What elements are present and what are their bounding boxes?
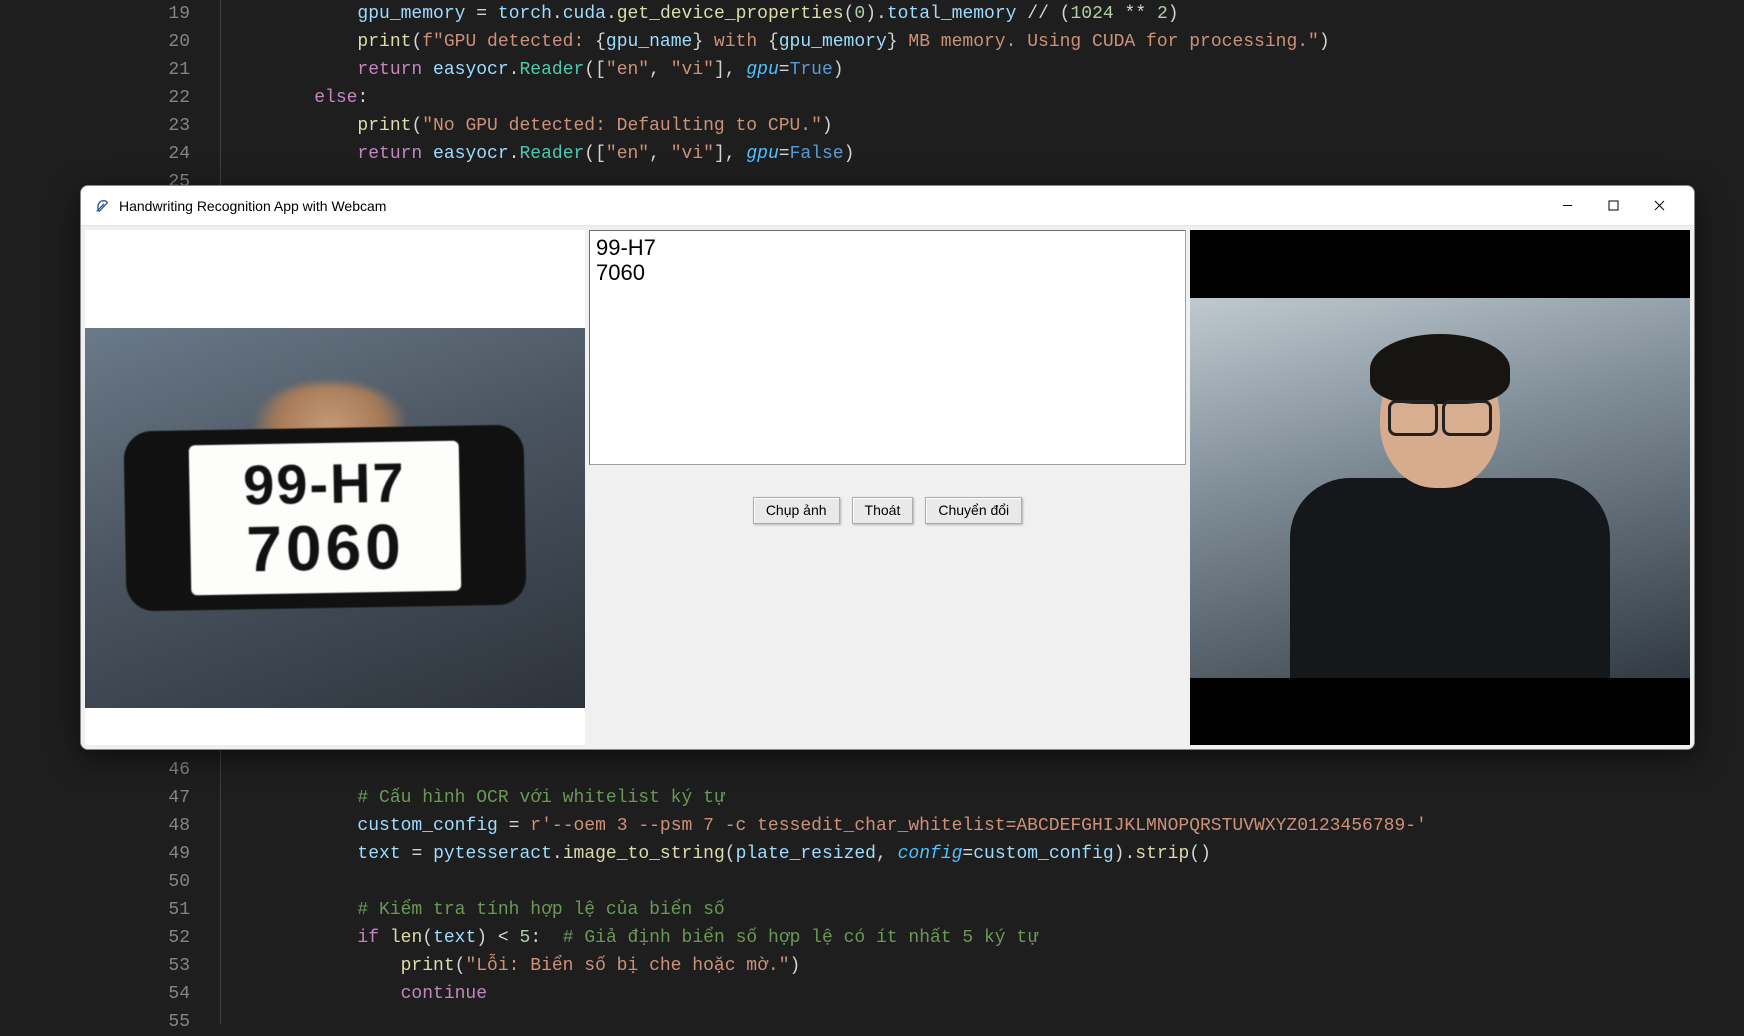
- feather-icon: [93, 197, 111, 215]
- capture-button[interactable]: Chụp ảnh: [753, 497, 840, 524]
- window-title: Handwriting Recognition App with Webcam: [119, 198, 386, 214]
- captured-image-panel: 99-H7 7060: [85, 230, 585, 745]
- code-line[interactable]: custom_config = r'--oem 3 --psm 7 -c tes…: [271, 812, 1744, 840]
- line-number: 46: [0, 756, 190, 784]
- line-number: 24: [0, 140, 190, 168]
- code-line[interactable]: print("Lỗi: Biển số bị che hoặc mờ."): [271, 952, 1744, 980]
- license-plate: 99-H7 7060: [189, 440, 462, 595]
- line-number: 48: [0, 812, 190, 840]
- code-line[interactable]: print("No GPU detected: Defaulting to CP…: [271, 112, 1744, 140]
- captured-image: 99-H7 7060: [85, 328, 585, 708]
- code-line[interactable]: gpu_memory = torch.cuda.get_device_prope…: [271, 0, 1744, 28]
- code-line[interactable]: print(f"GPU detected: {gpu_name} with {g…: [271, 28, 1744, 56]
- exit-button[interactable]: Thoát: [852, 497, 914, 524]
- code-line[interactable]: # Kiểm tra tính hợp lệ của biển số: [271, 896, 1744, 924]
- line-number: 51: [0, 896, 190, 924]
- person-graphic: [1270, 328, 1630, 678]
- webcam-panel: [1190, 230, 1690, 745]
- code-line[interactable]: # Cấu hình OCR với whitelist ký tự: [271, 784, 1744, 812]
- close-button[interactable]: [1636, 186, 1682, 226]
- code-line[interactable]: [271, 868, 1744, 896]
- app-body: 99-H7 7060 99-H7 7060 Chụp ảnh Thoát Chu…: [81, 226, 1694, 749]
- code-line[interactable]: else:: [271, 84, 1744, 112]
- code-line[interactable]: return easyocr.Reader(["en", "vi"], gpu=…: [271, 56, 1744, 84]
- code-line[interactable]: continue: [271, 980, 1744, 1008]
- line-number: 20: [0, 28, 190, 56]
- plate-line-1: 99-H7: [243, 454, 406, 513]
- code-line[interactable]: [271, 1008, 1744, 1036]
- ocr-output-text[interactable]: 99-H7 7060: [589, 230, 1186, 465]
- center-panel: 99-H7 7060 Chụp ảnh Thoát Chuyển đổi: [587, 230, 1188, 745]
- line-number: 47: [0, 784, 190, 812]
- maximize-button[interactable]: [1590, 186, 1636, 226]
- code-line[interactable]: return easyocr.Reader(["en", "vi"], gpu=…: [271, 140, 1744, 168]
- line-number: 55: [0, 1008, 190, 1036]
- line-number: 50: [0, 868, 190, 896]
- line-number: 21: [0, 56, 190, 84]
- minimize-button[interactable]: [1544, 186, 1590, 226]
- line-number: 19: [0, 0, 190, 28]
- line-number: 54: [0, 980, 190, 1008]
- line-number: 23: [0, 112, 190, 140]
- convert-button[interactable]: Chuyển đổi: [925, 497, 1022, 524]
- line-number: 22: [0, 84, 190, 112]
- line-number: 53: [0, 952, 190, 980]
- webcam-feed: [1190, 298, 1690, 678]
- code-line[interactable]: if len(text) < 5: # Giả định biển số hợp…: [271, 924, 1744, 952]
- phone-graphic: 99-H7 7060: [123, 424, 526, 611]
- window-controls: [1544, 186, 1682, 226]
- titlebar[interactable]: Handwriting Recognition App with Webcam: [81, 186, 1694, 226]
- line-number: 52: [0, 924, 190, 952]
- line-number: 49: [0, 840, 190, 868]
- code-line[interactable]: [271, 756, 1744, 784]
- plate-line-2: 7060: [246, 514, 405, 581]
- button-row: Chụp ảnh Thoát Chuyển đổi: [587, 497, 1188, 524]
- app-window: Handwriting Recognition App with Webcam …: [80, 185, 1695, 750]
- code-line[interactable]: text = pytesseract.image_to_string(plate…: [271, 840, 1744, 868]
